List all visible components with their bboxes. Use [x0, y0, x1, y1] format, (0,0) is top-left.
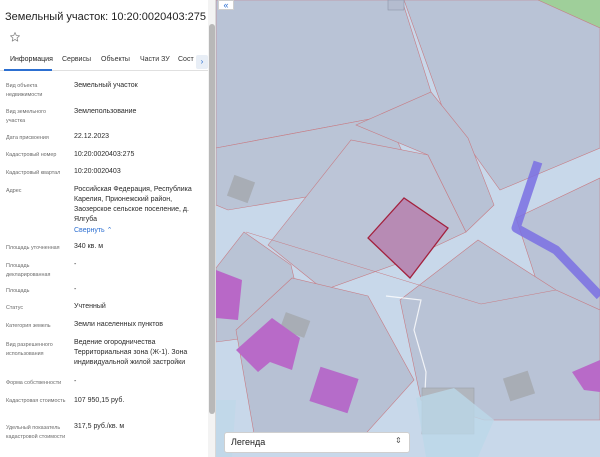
favorite-star-icon[interactable]	[9, 31, 21, 43]
tab-objects[interactable]: Объекты	[101, 56, 130, 63]
row-label: Кадастровый квартал	[6, 170, 61, 176]
row-value: 10:20:0020403	[74, 168, 121, 175]
row-label: Кадастровая стоимость	[6, 398, 66, 404]
address-value: Российская Федерация, Республика Карелия…	[74, 186, 192, 223]
legend-dropdown[interactable]: Легенда ⇕	[224, 432, 410, 453]
tabs-next-button[interactable]: ›	[196, 55, 208, 69]
cadastral-value: 107 950,15 руб.	[74, 397, 125, 404]
row-value: Земли населенных пунктов	[74, 321, 164, 328]
row-label: Адрес	[6, 188, 22, 194]
collapse-link-label: Свернуть	[74, 227, 105, 234]
row-label: Статус	[6, 305, 24, 311]
row-value: -	[74, 286, 77, 293]
status-value: Учтенный	[74, 303, 106, 310]
tab-info[interactable]: Информация	[10, 56, 53, 63]
row-label: Категория земель	[6, 323, 51, 329]
collapse-panel-button[interactable]: «	[218, 0, 234, 10]
row-value: 22.12.2023	[74, 133, 110, 140]
legend-label: Легенда	[231, 437, 266, 447]
tab-services[interactable]: Сервисы	[62, 56, 91, 63]
panel-title: Земельный участок: 10:20:0020403:275	[5, 11, 207, 23]
tab-bar: Информация Сервисы Объекты Части ЗУ Сост	[0, 52, 210, 71]
row-value: -	[74, 378, 77, 385]
row-label: Дата присвоения	[6, 135, 49, 141]
active-tab-indicator	[4, 69, 52, 71]
row-label: Форма собственности	[6, 380, 62, 386]
cadastral-map[interactable]	[216, 0, 600, 457]
row-label: Кадастровый номер	[6, 152, 57, 158]
info-panel: Земельный участок: 10:20:0020403:275 Инф…	[0, 0, 216, 457]
chevron-up-icon: ⌃	[106, 227, 113, 234]
row-label: Удельный показатель кадастровой стоимост…	[6, 425, 66, 440]
row-value: 340 кв. м	[74, 243, 104, 250]
row-label: Вид земельного участка	[6, 109, 46, 124]
row-value: Ведение огородничества Территориальная з…	[74, 339, 188, 366]
panel-scrollbar-thumb[interactable]	[209, 24, 215, 414]
row-value: Землепользование	[74, 108, 137, 115]
row-value: Земельный участок	[74, 82, 138, 89]
row-label: Вид разрешенного использования	[6, 342, 53, 357]
cadastral-number: 10:20:0020403:275	[74, 151, 135, 158]
tab-state[interactable]: Сост	[178, 56, 194, 63]
row-label: Площадь декларированная	[6, 263, 51, 278]
collapse-address-link[interactable]: Свернуть ⌃	[74, 226, 113, 234]
row-label: Вид объекта недвижимости	[6, 83, 43, 98]
row-label: Площадь уточненная	[6, 245, 60, 251]
row-label: Площадь	[6, 288, 30, 294]
tab-parts[interactable]: Части ЗУ	[140, 56, 170, 63]
row-value: 317,5 руб./кв. м	[74, 423, 125, 430]
row-value: -	[74, 261, 77, 268]
chevron-updown-icon: ⇕	[395, 436, 402, 445]
